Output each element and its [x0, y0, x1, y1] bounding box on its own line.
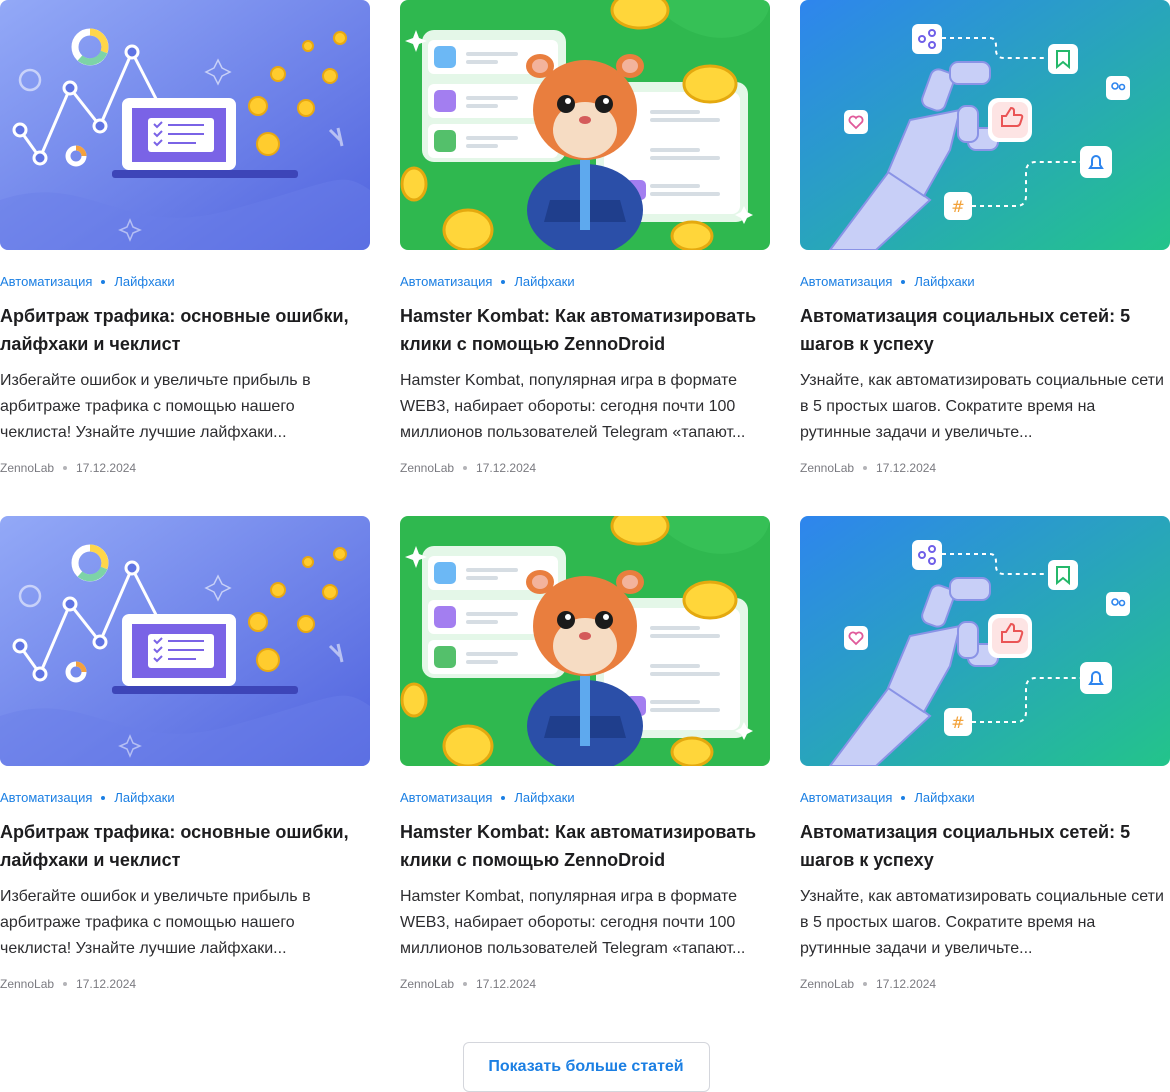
article-card[interactable]: # Автоматизация Лайфхаки Автоматизация соц… — [800, 516, 1170, 1010]
article-tag-link[interactable]: Автоматизация — [400, 274, 492, 290]
article-tags: Автоматизация Лайфхаки — [400, 274, 770, 290]
articles-grid: Автоматизация Лайфхаки Арбитраж трафика: о… — [0, 0, 1170, 1010]
article-tag-link[interactable]: Автоматизация — [800, 790, 892, 806]
tag-separator-dot — [901, 280, 906, 284]
show-more-wrapper: Показать больше статей — [0, 1042, 1170, 1092]
article-meta: ZennoLab 17.12.2024 — [800, 460, 1170, 476]
social-automation-illustration[interactable]: # — [800, 0, 1170, 250]
article-card[interactable]: Автоматизация Лайфхаки Арбитраж трафика: о… — [0, 516, 370, 1010]
article-card[interactable]: # Автоматизация Лайфхаки Автоматизация соц… — [800, 0, 1170, 494]
svg-text:#: # — [951, 197, 964, 216]
article-card[interactable]: Автоматизация Лайфхаки Арбитраж трафика: о… — [0, 0, 370, 494]
article-date: 17.12.2024 — [876, 461, 937, 475]
meta-separator-dot — [863, 466, 868, 470]
article-meta: ZennoLab 17.12.2024 — [0, 976, 370, 992]
arbitrage-illustration[interactable] — [0, 516, 370, 766]
article-author: ZennoLab — [400, 461, 455, 475]
hamster-kombat-illustration[interactable] — [400, 516, 770, 766]
tag-separator-dot — [101, 796, 106, 800]
tag-separator-dot — [501, 280, 506, 284]
article-title[interactable]: Автоматизация социальных сетей: 5 шагов … — [800, 818, 1170, 874]
article-title[interactable]: Арбитраж трафика: основные ошибки, лайфх… — [0, 302, 370, 358]
meta-separator-dot — [863, 982, 868, 986]
article-excerpt: Hamster Kombat, популярная игра в формат… — [400, 888, 746, 957]
arbitrage-illustration[interactable] — [0, 0, 370, 250]
article-date: 17.12.2024 — [876, 977, 937, 991]
article-tag-link[interactable]: Лайфхаки — [914, 790, 974, 806]
article-meta: ZennoLab 17.12.2024 — [800, 976, 1170, 992]
tag-separator-dot — [501, 796, 506, 800]
article-excerpt: Избегайте ошибок и увеличьте прибыль в а… — [0, 888, 311, 957]
article-author: ZennoLab — [800, 977, 855, 991]
article-tag-link[interactable]: Автоматизация — [0, 274, 92, 290]
article-tag-link[interactable]: Лайфхаки — [514, 790, 574, 806]
article-tag-link[interactable]: Автоматизация — [0, 790, 92, 806]
article-tag-link[interactable]: Лайфхаки — [514, 274, 574, 290]
article-meta: ZennoLab 17.12.2024 — [0, 460, 370, 476]
meta-separator-dot — [63, 982, 68, 986]
article-date: 17.12.2024 — [476, 977, 537, 991]
tag-separator-dot — [101, 280, 106, 284]
show-more-button[interactable]: Показать больше статей — [462, 1042, 710, 1092]
article-title[interactable]: Арбитраж трафика: основные ошибки, лайфх… — [0, 818, 370, 874]
article-excerpt: Избегайте ошибок и увеличьте прибыль в а… — [0, 372, 311, 441]
article-excerpt: Hamster Kombat, популярная игра в формат… — [400, 372, 746, 441]
article-title[interactable]: Hamster Kombat: Как автоматизировать кли… — [400, 302, 770, 358]
article-date: 17.12.2024 — [76, 461, 137, 475]
hamster-kombat-illustration[interactable] — [400, 0, 770, 250]
meta-separator-dot — [463, 466, 468, 470]
tag-separator-dot — [901, 796, 906, 800]
article-author: ZennoLab — [0, 461, 55, 475]
svg-text:#: # — [951, 713, 964, 732]
meta-separator-dot — [63, 466, 68, 470]
article-author: ZennoLab — [0, 977, 55, 991]
article-tags: Автоматизация Лайфхаки — [0, 274, 370, 290]
article-tag-link[interactable]: Лайфхаки — [114, 790, 174, 806]
article-card[interactable]: Автоматизация Лайфхаки Hamster Kombat: Как… — [400, 516, 770, 1010]
meta-separator-dot — [463, 982, 468, 986]
social-automation-illustration[interactable]: # — [800, 516, 1170, 766]
article-tags: Автоматизация Лайфхаки — [800, 790, 1170, 806]
article-tag-link[interactable]: Автоматизация — [400, 790, 492, 806]
article-title[interactable]: Автоматизация социальных сетей: 5 шагов … — [800, 302, 1170, 358]
article-tag-link[interactable]: Лайфхаки — [114, 274, 174, 290]
article-meta: ZennoLab 17.12.2024 — [400, 976, 770, 992]
article-meta: ZennoLab 17.12.2024 — [400, 460, 770, 476]
article-card[interactable]: Автоматизация Лайфхаки Hamster Kombat: Как… — [400, 0, 770, 494]
article-tags: Автоматизация Лайфхаки — [800, 274, 1170, 290]
article-tag-link[interactable]: Лайфхаки — [914, 274, 974, 290]
article-author: ZennoLab — [400, 977, 455, 991]
article-date: 17.12.2024 — [76, 977, 137, 991]
article-excerpt: Узнайте, как автоматизировать социальные… — [800, 372, 1164, 441]
article-date: 17.12.2024 — [476, 461, 537, 475]
article-author: ZennoLab — [800, 461, 855, 475]
article-tags: Автоматизация Лайфхаки — [400, 790, 770, 806]
article-tags: Автоматизация Лайфхаки — [0, 790, 370, 806]
article-title[interactable]: Hamster Kombat: Как автоматизировать кли… — [400, 818, 770, 874]
article-tag-link[interactable]: Автоматизация — [800, 274, 892, 290]
article-excerpt: Узнайте, как автоматизировать социальные… — [800, 888, 1164, 957]
